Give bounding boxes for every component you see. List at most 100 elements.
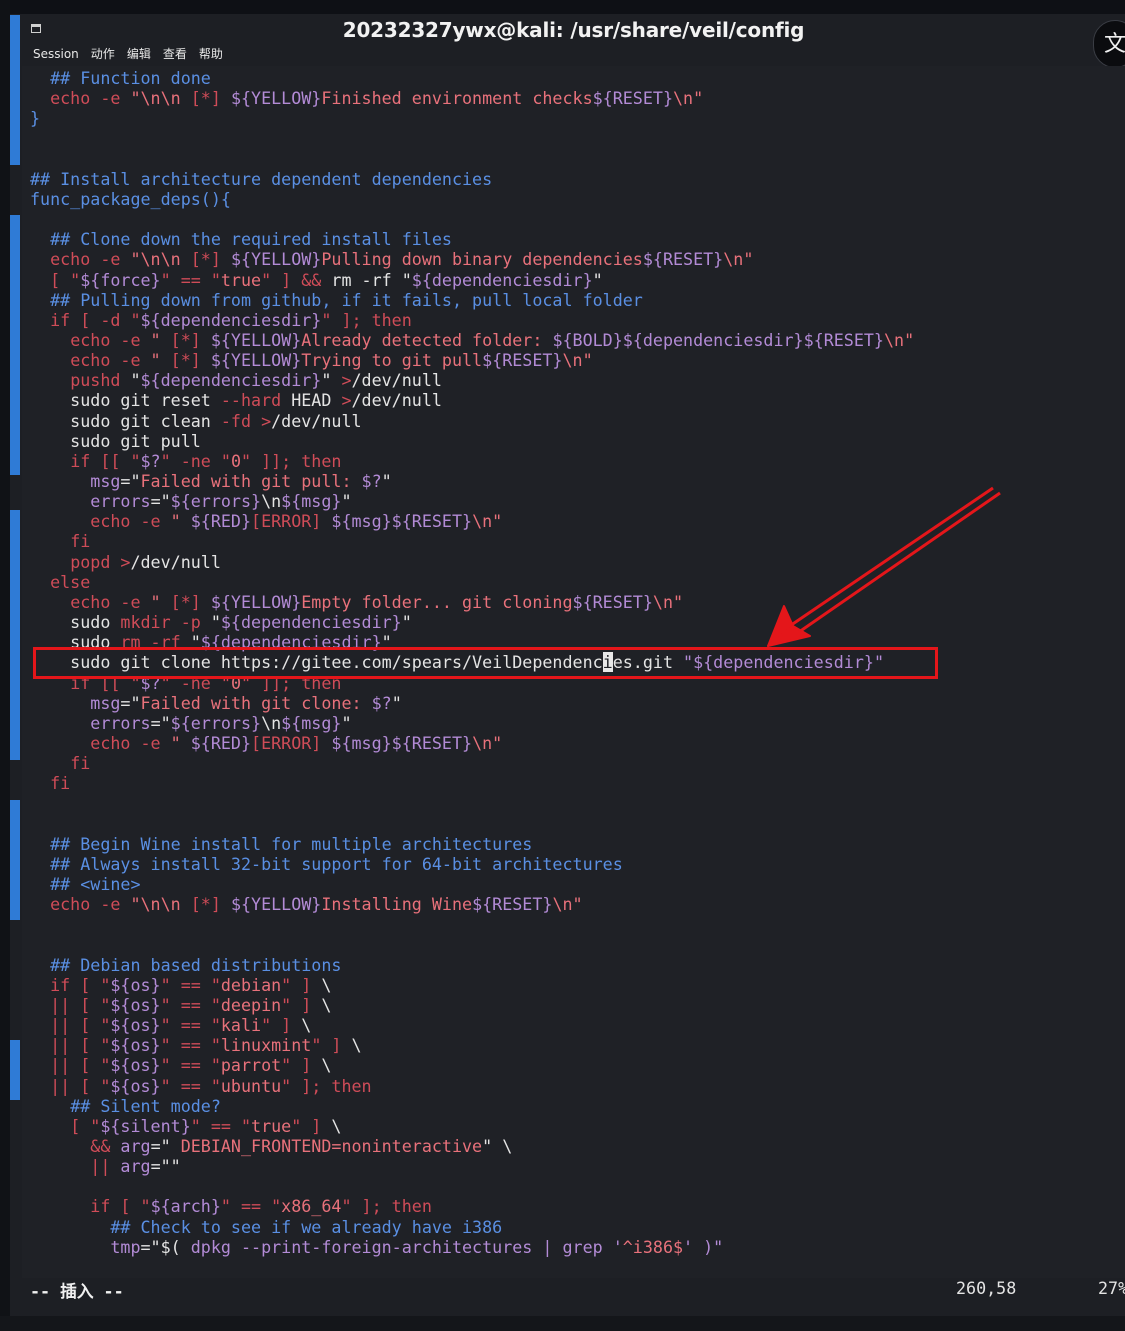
code-line: || [ "${os}" == "linuxmint" ] \ — [30, 1035, 362, 1056]
code-token: ${os} — [110, 1055, 161, 1076]
code-line: || [ "${os}" == "kali" ] \ — [30, 1015, 311, 1035]
code-token: Already detected folder: — [301, 329, 553, 350]
code-token: $? — [140, 672, 161, 693]
code-token: -e — [120, 350, 141, 371]
code-line: ## Function done — [30, 68, 211, 88]
code-token: ${YELLOW} — [210, 350, 302, 371]
menu-action[interactable]: 动作 — [91, 46, 115, 64]
code-token: if [ -d " — [50, 309, 141, 330]
code-token: ${msg}${RESET} — [331, 732, 473, 753]
code-token: $? — [140, 450, 161, 471]
code-token: ${os} — [110, 1015, 161, 1036]
code-token: " ] — [291, 1115, 322, 1136]
code-token: " == " — [220, 1196, 282, 1217]
code-token: echo — [90, 732, 131, 753]
code-line: || [ "${os}" == "parrot" ] \ — [30, 1055, 331, 1075]
code-token: " ]]; then — [240, 672, 342, 693]
vim-editor[interactable]: ## Function done echo -e "\n\n [*] ${YEL… — [22, 66, 1125, 1278]
code-token: " ] — [281, 994, 312, 1015]
code-line: ## Pulling down from github, if it fails… — [30, 290, 643, 310]
code-token: /dev/null — [351, 370, 442, 391]
code-token: true — [220, 269, 262, 290]
code-token: ${YELLOW} — [230, 894, 322, 915]
code-token: \ — [341, 1035, 362, 1056]
code-token: " ] — [281, 974, 312, 995]
code-token: if [ " — [90, 1196, 151, 1217]
code-token: ## Function done — [50, 68, 211, 88]
code-token: \ — [311, 1055, 332, 1076]
menu-bar: Session 动作 编辑 查看 帮助 — [22, 46, 223, 64]
menu-edit[interactable]: 编辑 — [127, 46, 151, 64]
code-line: ## Debian based distributions — [30, 955, 341, 975]
margin-bar-4 — [10, 1040, 20, 1100]
menu-session[interactable]: Session — [33, 46, 79, 64]
code-token: sudo git pull — [30, 430, 201, 451]
code-token: ## Install architecture dependent depend… — [30, 168, 493, 189]
code-token: echo — [70, 591, 111, 612]
code-token: if [[ " — [70, 450, 141, 471]
code-token: ## Silent mode? — [70, 1095, 221, 1116]
code-token: 0 — [230, 672, 241, 693]
code-token: --print-foreign-architectures | grep ' — [230, 1236, 623, 1257]
code-token: ${RESET} — [592, 88, 673, 109]
menu-view[interactable]: 查看 — [163, 46, 187, 64]
code-token: echo — [50, 88, 91, 109]
code-line: ## <wine> — [30, 874, 141, 894]
code-token: > — [120, 551, 131, 572]
code-token: if [[ " — [70, 672, 141, 693]
code-token: ="$( — [140, 1236, 191, 1257]
code-token: ${errors} — [170, 712, 262, 733]
code-token: \n" — [472, 732, 503, 753]
code-line: sudo git clean -fd >/dev/null — [30, 411, 361, 431]
code-token: arg — [120, 1156, 151, 1177]
code-token: \ — [321, 1115, 342, 1136]
code-line: echo -e " [*] ${YELLOW}Empty folder... g… — [30, 592, 683, 612]
code-token: Pulling down binary dependencies — [321, 249, 643, 270]
code-token: " — [200, 612, 221, 633]
code-line: fi — [30, 753, 90, 773]
code-token: ${RED} — [190, 511, 252, 532]
menu-help[interactable]: 帮助 — [199, 46, 223, 64]
code-token: ## Debian based distributions — [50, 954, 342, 975]
code-token: fi — [70, 531, 91, 552]
code-token: -p — [180, 612, 201, 633]
code-token: echo — [70, 329, 111, 350]
code-token: 0 — [230, 450, 241, 471]
code-token: > — [341, 390, 352, 411]
code-line: ## Check to see if we already have i386 — [30, 1217, 502, 1237]
code-token: ## Clone down the required install files — [50, 229, 452, 250]
code-token: " — [180, 632, 201, 653]
code-token: ${msg} — [281, 712, 342, 733]
code-line: ## Always install 32-bit support for 64-… — [30, 854, 623, 874]
code-token: ## <wine> — [50, 874, 141, 894]
code-token: true — [251, 1115, 292, 1136]
code-token: \ — [291, 1015, 312, 1036]
code-token: " \ — [482, 1135, 513, 1156]
code-line: echo -e "\n\n [*] ${YELLOW}Pulling down … — [30, 249, 753, 269]
code-token: " == " — [190, 1115, 252, 1136]
code-token: " == " — [160, 994, 221, 1015]
code-line: sudo git clone https://gitee.com/spears/… — [30, 652, 884, 673]
code-token: " ] — [281, 1055, 312, 1076]
translate-icon[interactable]: 文 — [1093, 20, 1125, 68]
code-token: ${os} — [110, 1035, 161, 1056]
code-token: "\n\n — [120, 249, 191, 270]
code-token: ^i386$ — [622, 1236, 684, 1257]
code-token: " — [140, 350, 171, 371]
code-line: fi — [30, 773, 70, 793]
